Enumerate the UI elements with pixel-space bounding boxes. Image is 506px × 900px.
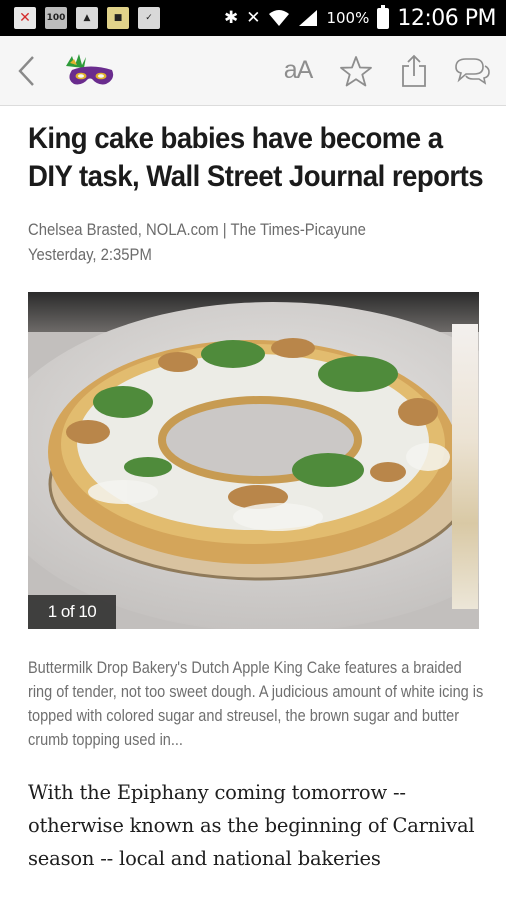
back-button[interactable] — [4, 36, 48, 106]
favorite-button[interactable] — [336, 51, 376, 91]
back-icon — [18, 55, 34, 86]
notification-100-icon: 100 — [45, 7, 67, 29]
photo-gallery[interactable]: 1 of 10 — [28, 292, 479, 629]
article-actions: aA — [278, 51, 506, 91]
app-bar: aA — [0, 36, 506, 106]
article-byline: Chelsea Brasted, NOLA.com | The Times-Pi… — [28, 218, 487, 268]
clock: 12:06 PM — [397, 5, 496, 31]
clipboard-check-icon: ✓ — [138, 7, 160, 29]
wifi-icon — [269, 10, 290, 26]
app-icon: ■ — [107, 7, 129, 29]
bluetooth-icon: ✱ — [223, 8, 239, 28]
font-size-icon: aA — [283, 56, 314, 84]
comments-button[interactable] — [452, 51, 492, 91]
signal-icon — [299, 10, 318, 26]
gallery-icon: ▲ — [76, 7, 98, 29]
photo-counter: 1 of 10 — [28, 595, 116, 629]
byline-author: Chelsea Brasted, NOLA.com | The Times-Pi… — [28, 221, 366, 239]
article: King cake babies have become a DIY task,… — [28, 106, 488, 875]
share-icon — [402, 54, 426, 87]
comments-icon — [455, 57, 490, 85]
mute-icon: ✕ — [246, 8, 261, 28]
battery-icon — [377, 4, 390, 29]
status-bar: ✕ 100 ▲ ■ ✓ ✱ ✕ 100% 12:06 PM — [0, 0, 506, 36]
article-headline: King cake babies have become a DIY task,… — [28, 122, 484, 193]
notification-icons: ✕ 100 ▲ ■ ✓ — [14, 7, 160, 29]
notification-x-icon: ✕ — [14, 7, 36, 29]
mardi-gras-mask-logo[interactable] — [62, 51, 118, 91]
king-cake-photo[interactable] — [28, 292, 479, 629]
next-photo-peek[interactable] — [452, 324, 478, 609]
star-icon — [340, 55, 372, 86]
font-size-button[interactable]: aA — [278, 51, 318, 91]
photo-caption: Buttermilk Drop Bakery's Dutch Apple Kin… — [28, 659, 484, 749]
battery-percent: 100% — [326, 9, 370, 27]
byline-time: Yesterday, 2:35PM — [28, 246, 152, 264]
system-icons: ✱ ✕ 100% 12:06 PM — [223, 4, 496, 31]
article-body: With the Epiphany coming tomorrow -- oth… — [28, 781, 475, 870]
share-button[interactable] — [394, 51, 434, 91]
